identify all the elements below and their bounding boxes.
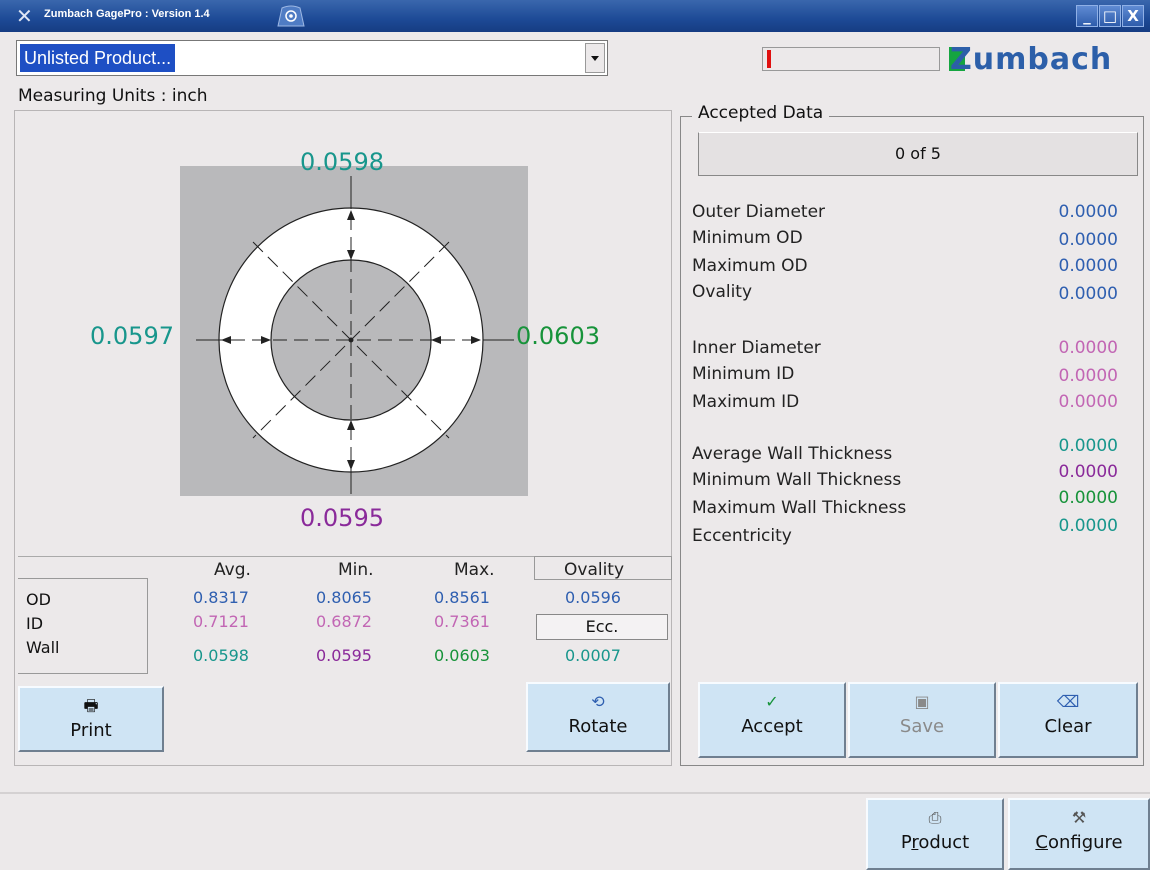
accepted-data-legend: Accepted Data [692,103,830,123]
row-label-id: ID [26,614,44,633]
checkmark-icon: ✓ [765,692,779,711]
wall-eccentricity: 0.0007 [565,646,621,665]
configure-button[interactable]: ⚒ Configure [1008,798,1150,870]
stat-label-maximum-od: Maximum OD [692,256,808,276]
app-x-icon: ✕ [16,4,33,28]
wall-avg: 0.0598 [193,646,249,665]
od-min: 0.8065 [316,588,372,607]
stat-value-minimum-wall: 0.0000 [1058,462,1118,482]
header-min: Min. [338,560,374,580]
product-select-value: Unlisted Product... [20,44,176,72]
stat-label-eccentricity: Eccentricity [692,526,792,546]
product-button[interactable]: ⎙ Product [866,798,1004,870]
stat-value-average-wall: 0.0000 [1058,436,1118,456]
stat-label-ovality: Ovality [692,282,753,302]
stat-value-inner-diameter: 0.0000 [1058,338,1118,358]
stat-label-outer-diameter: Outer Diameter [692,202,826,222]
stat-label-average-wall: Average Wall Thickness [692,444,893,464]
stat-value-minimum-id: 0.0000 [1058,366,1118,386]
stat-value-eccentricity: 0.0000 [1058,516,1118,536]
wall-max: 0.0603 [434,646,490,665]
minimize-button[interactable]: _ [1076,5,1098,27]
stat-value-maximum-wall: 0.0000 [1058,488,1118,508]
eccentricity-header: Ecc. [536,614,668,640]
stat-value-maximum-od: 0.0000 [1058,256,1118,276]
rotate-icon: ⟲ [591,692,605,711]
signal-level-marker [767,50,771,68]
accepted-counter: 0 of 5 [698,132,1138,176]
stat-value-minimum-od: 0.0000 [1058,230,1118,250]
printer-icon: 🖶 [83,696,99,715]
window-title: Zumbach GagePro : Version 1.4 [44,8,210,20]
stat-label-minimum-id: Minimum ID [692,364,795,384]
gauge-right-wall-value: 0.0603 [516,322,600,350]
save-button[interactable]: ▣ Save [848,682,996,758]
id-max: 0.7361 [434,612,490,631]
od-max: 0.8561 [434,588,490,607]
wall-min: 0.0595 [316,646,372,665]
zumbach-logo: Zumbach [950,42,1113,77]
gauge-top-wall-value: 0.0598 [300,148,384,176]
od-ovality: 0.0596 [565,588,621,607]
id-min: 0.6872 [316,612,372,631]
print-button[interactable]: 🖶 Print [18,686,164,752]
accept-button[interactable]: ✓ Accept [698,682,846,758]
product-select[interactable]: Unlisted Product... [16,40,608,76]
gauge-bottom-wall-value: 0.0595 [300,504,384,532]
tab-swirl-icon [277,5,305,27]
header-ovality: Ovality [564,560,625,580]
stat-label-minimum-od: Minimum OD [692,228,803,248]
bottom-divider [0,792,1150,794]
stat-label-maximum-id: Maximum ID [692,392,800,412]
id-avg: 0.7121 [193,612,249,631]
maximize-button[interactable]: □ [1099,5,1121,27]
clear-button[interactable]: ⌫ Clear [998,682,1138,758]
row-label-wall: Wall [26,638,60,657]
stat-label-maximum-wall: Maximum Wall Thickness [692,498,907,518]
stat-label-minimum-wall: Minimum Wall Thickness [692,470,902,490]
stat-value-maximum-id: 0.0000 [1058,392,1118,412]
stat-label-inner-diameter: Inner Diameter [692,338,821,358]
stat-value-ovality: 0.0000 [1058,284,1118,304]
product-icon: ⎙ [928,808,942,827]
floppy-disk-icon: ▣ [914,692,930,711]
row-label-od: OD [26,590,51,609]
header-avg: Avg. [214,560,251,580]
rotate-button[interactable]: ⟲ Rotate [526,682,670,752]
stat-value-outer-diameter: 0.0000 [1058,202,1118,222]
configure-tools-icon: ⚒ [1071,808,1087,827]
measuring-units-label: Measuring Units : inch [18,86,208,106]
header-max: Max. [454,560,495,580]
od-avg: 0.8317 [193,588,249,607]
gauge-left-wall-value: 0.0597 [90,322,174,350]
eraser-icon: ⌫ [1056,692,1080,711]
close-button[interactable]: X [1122,5,1144,27]
dropdown-arrow-icon[interactable] [585,43,605,73]
signal-level-bar [762,47,940,71]
